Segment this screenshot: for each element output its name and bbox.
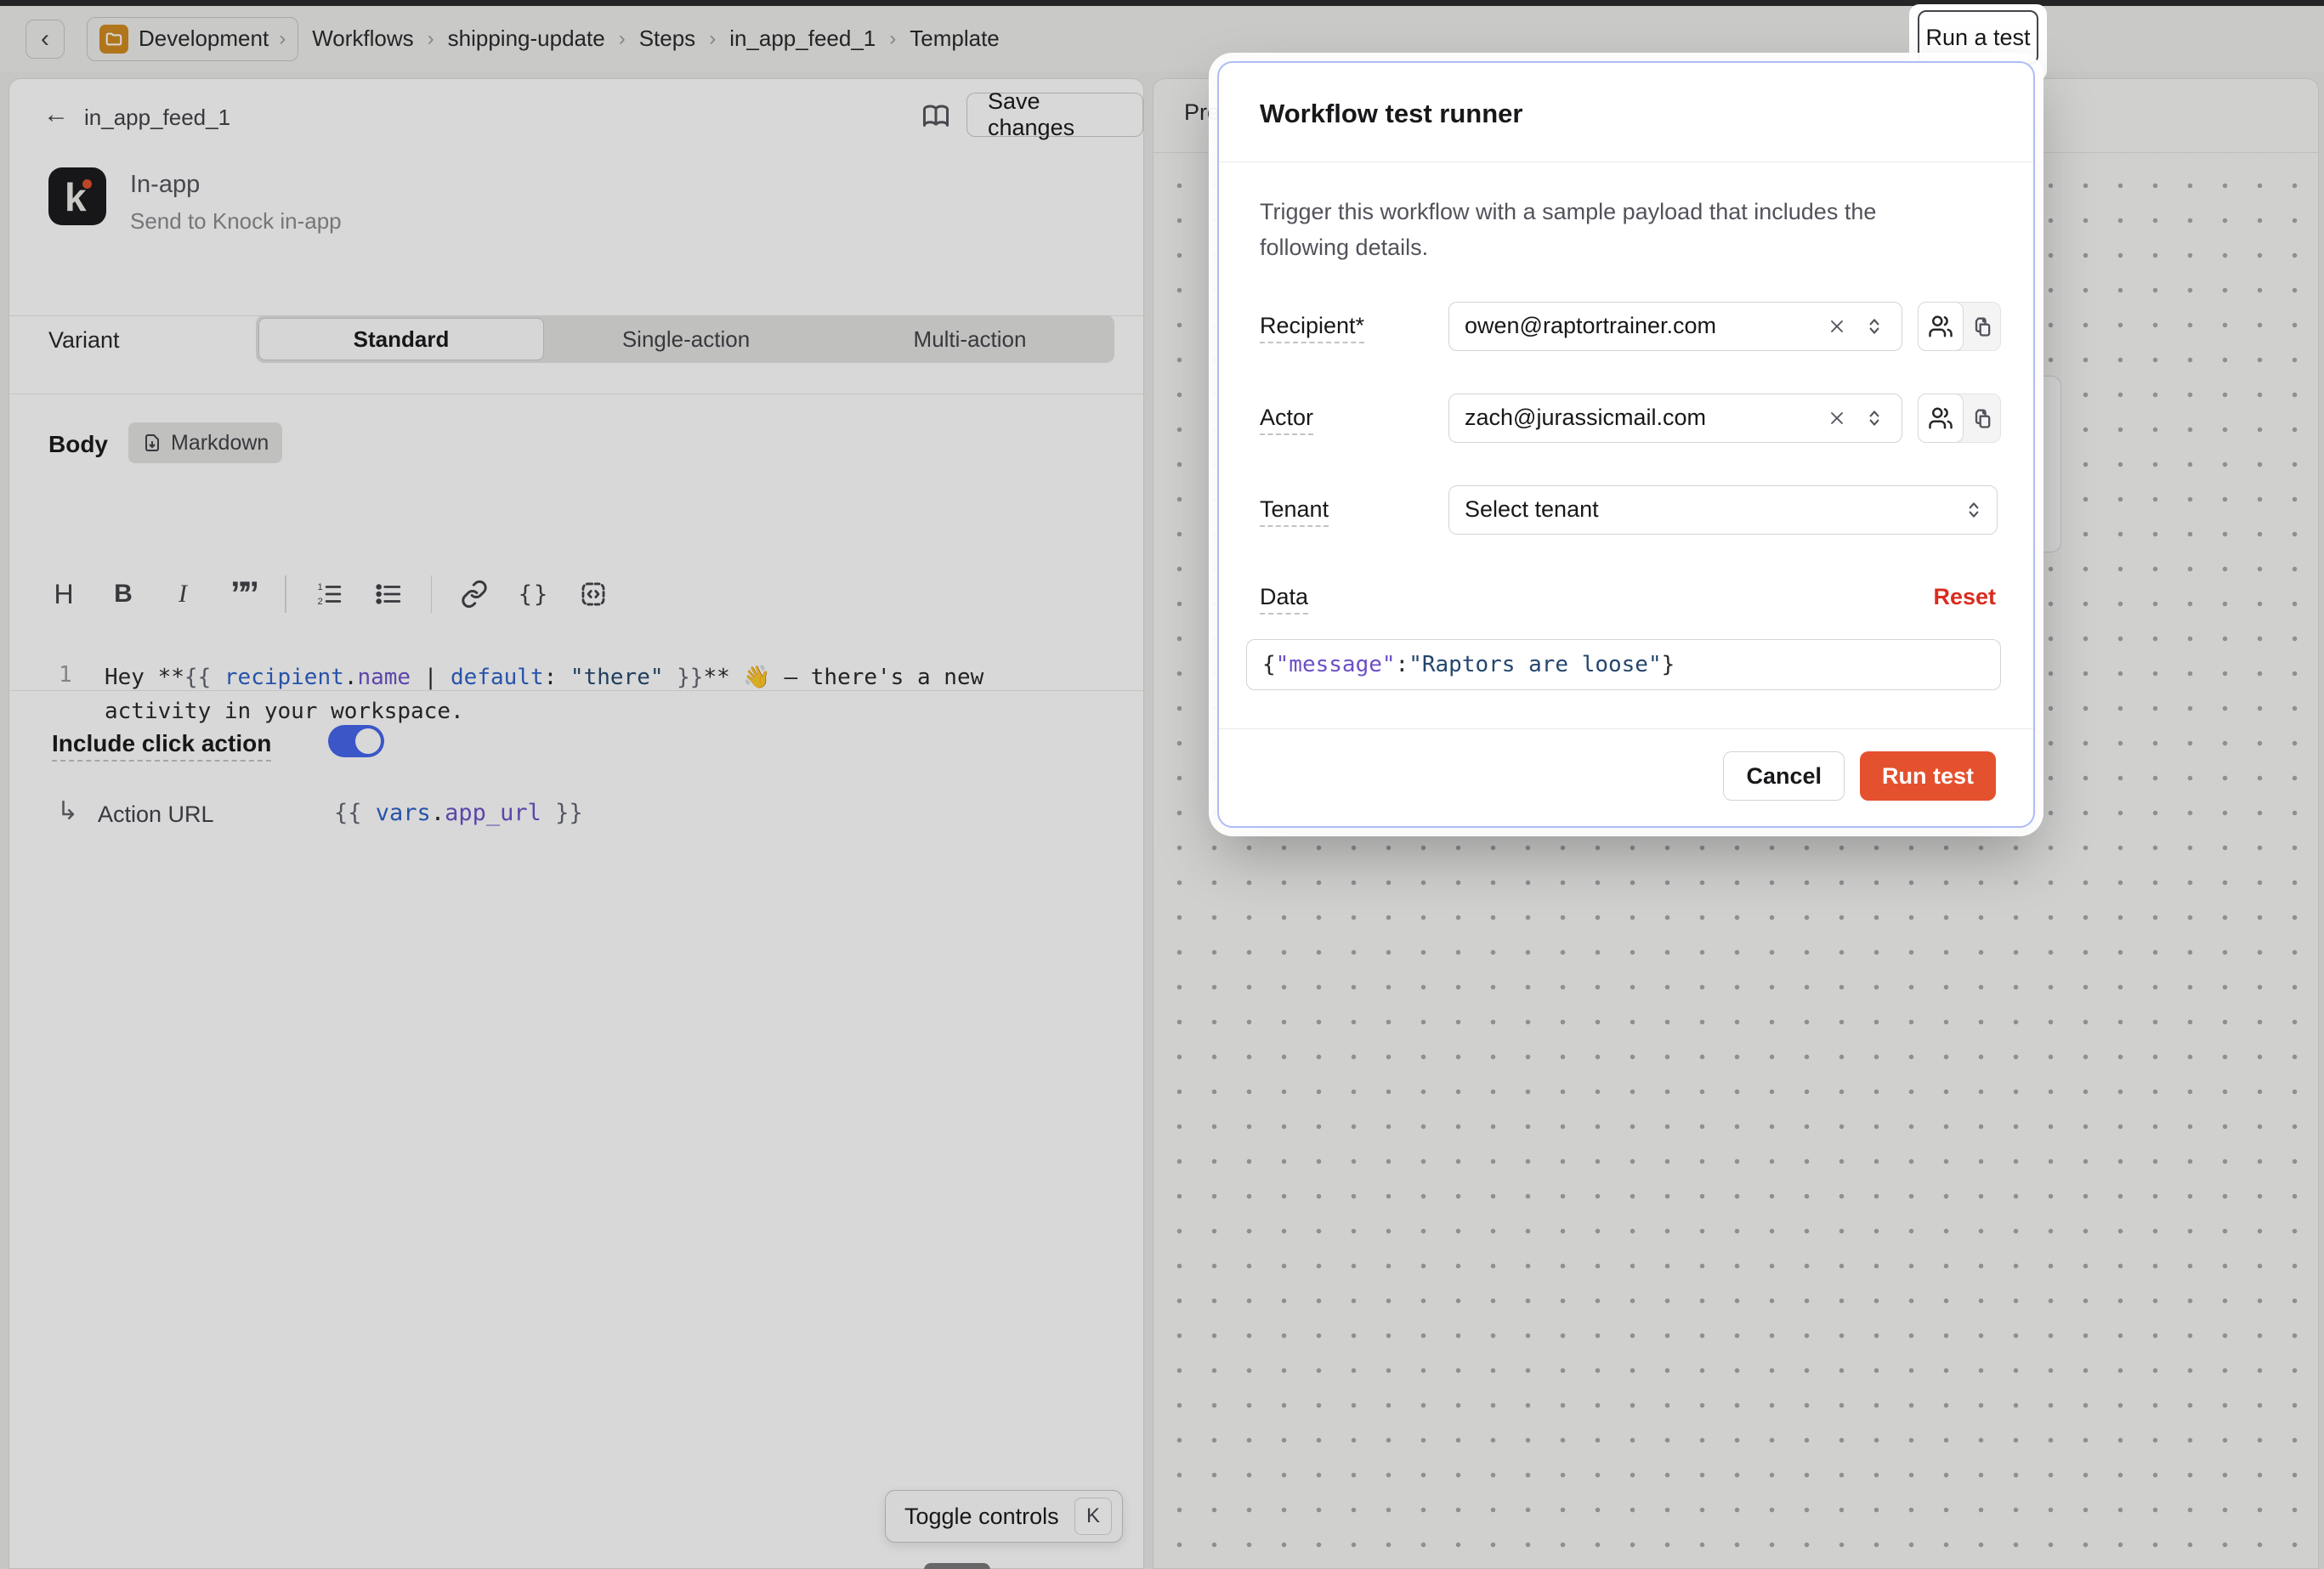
users-icon bbox=[1928, 405, 1953, 431]
chevron-up-down-icon bbox=[1863, 407, 1885, 429]
modal-footer: Cancel Run test bbox=[1219, 728, 2033, 826]
data-row-header: Data Reset bbox=[1260, 584, 1996, 610]
modal-title: Workflow test runner bbox=[1260, 99, 1992, 129]
modal-description: Trigger this workflow with a sample payl… bbox=[1260, 195, 1948, 266]
clear-recipient-button[interactable] bbox=[1824, 314, 1850, 339]
actor-select-stepper[interactable] bbox=[1860, 404, 1889, 433]
tenant-select[interactable]: Select tenant bbox=[1448, 485, 1998, 535]
clear-actor-button[interactable] bbox=[1824, 405, 1850, 431]
run-test-label: Run test bbox=[1882, 763, 1974, 790]
recipient-select-stepper[interactable] bbox=[1860, 312, 1889, 341]
recipient-row: Recipient* bbox=[1260, 302, 1996, 351]
run-a-test-label: Run a test bbox=[1925, 25, 2030, 51]
chevron-up-down-icon bbox=[1963, 499, 1985, 521]
actor-user-mode-button[interactable] bbox=[1918, 394, 1964, 443]
actor-row: Actor bbox=[1260, 394, 1996, 443]
workflow-test-runner-modal: Workflow test runner Trigger this workfl… bbox=[1217, 61, 2035, 828]
close-icon bbox=[1827, 408, 1847, 428]
actor-label: Actor bbox=[1260, 405, 1448, 431]
copy-icon bbox=[1970, 406, 1994, 430]
recipient-mode-group bbox=[1918, 302, 2001, 351]
actor-mode-group bbox=[1918, 394, 2001, 443]
users-icon bbox=[1928, 314, 1953, 339]
recipient-label: Recipient* bbox=[1260, 313, 1448, 339]
modal-body: Trigger this workflow with a sample payl… bbox=[1219, 162, 2033, 690]
reset-data-link[interactable]: Reset bbox=[1933, 584, 1996, 610]
recipient-user-mode-button[interactable] bbox=[1918, 302, 1964, 351]
chevron-up-down-icon bbox=[1863, 315, 1885, 337]
cancel-button[interactable]: Cancel bbox=[1723, 751, 1845, 801]
tenant-label: Tenant bbox=[1260, 496, 1448, 523]
tenant-row: Tenant Select tenant bbox=[1260, 485, 1996, 535]
recipient-json-mode-button[interactable] bbox=[1964, 303, 2000, 350]
actor-json-mode-button[interactable] bbox=[1964, 394, 2000, 442]
run-test-button[interactable]: Run test bbox=[1860, 751, 1996, 801]
close-icon bbox=[1827, 316, 1847, 337]
data-label: Data bbox=[1260, 584, 1448, 610]
tenant-select-value: Select tenant bbox=[1465, 496, 1599, 523]
cancel-label: Cancel bbox=[1746, 763, 1822, 790]
data-json-input[interactable]: {"message": "Raptors are loose"} bbox=[1246, 639, 2001, 690]
run-a-test-button[interactable]: Run a test bbox=[1918, 10, 2038, 65]
modal-header: Workflow test runner bbox=[1219, 63, 2033, 162]
copy-icon bbox=[1970, 314, 1994, 338]
